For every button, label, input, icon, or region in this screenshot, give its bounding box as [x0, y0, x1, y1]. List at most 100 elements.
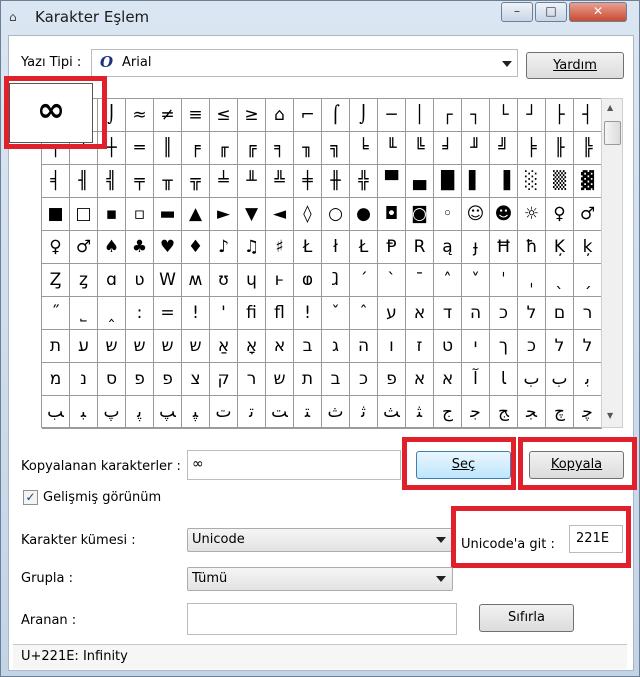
char-cell[interactable]: ﺖ [266, 396, 294, 429]
char-cell[interactable]: ה [350, 330, 378, 363]
char-cell[interactable]: ל [574, 330, 602, 363]
char-cell[interactable]: ﺙ [322, 396, 350, 429]
char-cell[interactable]: ┐ [462, 99, 490, 132]
char-cell[interactable]: ﺛ [350, 396, 378, 429]
char-cell[interactable]: ╖ [294, 132, 322, 165]
char-cell[interactable]: ' [210, 297, 238, 330]
char-cell[interactable]: ◙ [406, 198, 434, 231]
char-cell[interactable]: ♪ [210, 231, 238, 264]
char-cell[interactable]: מ [42, 363, 70, 396]
char-cell[interactable]: ﺁ [462, 363, 490, 396]
char-cell[interactable]: אָ [238, 330, 266, 363]
char-cell[interactable]: ז [406, 330, 434, 363]
char-cell[interactable]: ﬠ [70, 330, 98, 363]
char-cell[interactable]: ע [378, 297, 406, 330]
char-cell[interactable]: ▌ [462, 165, 490, 198]
char-cell[interactable]: ┌ [434, 99, 462, 132]
title-bar[interactable]: ⌂ Karakter Eşlem – □ ✕ [1, 1, 639, 33]
char-cell[interactable]: ﺚ [378, 396, 406, 429]
char-cell[interactable]: א [406, 297, 434, 330]
char-cell[interactable]: ╦ [182, 165, 210, 198]
font-dropdown[interactable]: O Arial [91, 49, 518, 77]
advanced-view-label[interactable]: Gelişmiş görünüm [43, 490, 161, 505]
char-cell[interactable]: ש [98, 330, 126, 363]
char-cell[interactable]: ﺝ [434, 396, 462, 429]
char-cell[interactable]: י [462, 330, 490, 363]
char-cell[interactable]: ﺘ [294, 396, 322, 429]
char-cell[interactable]: ˊ [350, 264, 378, 297]
char-cell[interactable]: ♂ [574, 198, 602, 231]
char-cell[interactable]: █ [434, 165, 462, 198]
char-cell[interactable]: ! [182, 297, 210, 330]
char-cell[interactable]: ﬂ [266, 297, 294, 330]
char-cell[interactable]: ╙ [378, 132, 406, 165]
char-cell[interactable]: ‸ [98, 297, 126, 330]
char-cell[interactable]: ≡ [182, 99, 210, 132]
char-cell[interactable]: ╩ [266, 165, 294, 198]
char-cell[interactable]: ﭘ [126, 396, 154, 429]
char-cell[interactable]: ╪ [294, 165, 322, 198]
char-cell[interactable]: ♠ [98, 231, 126, 264]
char-cell[interactable]: צ [182, 363, 210, 396]
char-cell[interactable]: ─ [378, 99, 406, 132]
char-cell[interactable]: נ [70, 363, 98, 396]
char-cell[interactable]: □ [70, 198, 98, 231]
char-cell[interactable]: פ [126, 363, 154, 396]
char-cell[interactable]: ב [294, 330, 322, 363]
char-cell[interactable]: ד [434, 297, 462, 330]
char-cell[interactable]: ש [266, 363, 294, 396]
char-cell[interactable]: ♣ [126, 231, 154, 264]
char-cell[interactable]: כ [518, 330, 546, 363]
char-cell[interactable]: ┘ [518, 99, 546, 132]
char-cell[interactable]: ר [238, 363, 266, 396]
char-cell[interactable]: ȥ [70, 264, 98, 297]
char-cell[interactable]: ˉ [406, 264, 434, 297]
char-cell[interactable]: ו [378, 330, 406, 363]
char-cell[interactable]: ● [350, 198, 378, 231]
char-cell[interactable]: ╔ [238, 132, 266, 165]
char-cell[interactable]: ﭺ [546, 396, 574, 429]
char-cell[interactable]: ▪ [98, 198, 126, 231]
maximize-button[interactable]: □ [535, 2, 567, 22]
char-cell[interactable]: ║ [154, 132, 182, 165]
char-cell[interactable]: כ [350, 363, 378, 396]
char-cell[interactable]: ל [518, 297, 546, 330]
char-cell[interactable]: ╚ [406, 132, 434, 165]
char-cell[interactable]: ˅ [462, 264, 490, 297]
char-cell[interactable]: ╬ [350, 165, 378, 198]
char-cell[interactable]: ╫ [322, 165, 350, 198]
char-cell[interactable]: ﭼ [574, 396, 602, 429]
char-cell[interactable]: ╠ [574, 132, 602, 165]
char-cell[interactable]: ☼ [518, 198, 546, 231]
char-cell[interactable]: ╒ [182, 132, 210, 165]
char-cell[interactable]: ╕ [266, 132, 294, 165]
char-cell[interactable]: ⱷ [294, 264, 322, 297]
char-cell[interactable]: ˄ [434, 264, 462, 297]
char-cell[interactable]: ⌂ [266, 99, 294, 132]
char-cell[interactable]: ה [462, 297, 490, 330]
scroll-up-icon[interactable]: ▲ [607, 103, 613, 112]
char-cell[interactable]: ╤ [126, 165, 154, 198]
char-cell[interactable]: Ħ [490, 231, 518, 264]
char-cell[interactable]: ♥ [154, 231, 182, 264]
char-cell[interactable]: ░ [518, 165, 546, 198]
char-cell[interactable]: פ [378, 363, 406, 396]
char-cell[interactable]: ♀ [546, 198, 574, 231]
char-cell[interactable]: R [406, 231, 434, 264]
minimize-button[interactable]: – [501, 2, 533, 22]
char-cell[interactable]: ▀ [378, 165, 406, 198]
char-cell[interactable]: ☻ [490, 198, 518, 231]
char-cell[interactable]: ˇ [322, 297, 350, 330]
char-cell[interactable]: ﺑ [574, 363, 602, 396]
char-cell[interactable]: ╓ [210, 132, 238, 165]
char-cell[interactable]: ﭖ [98, 396, 126, 429]
char-cell[interactable]: ▄ [406, 165, 434, 198]
char-cell[interactable]: ʋ [126, 264, 154, 297]
char-cell[interactable]: ﬁ [238, 297, 266, 330]
char-cell[interactable]: ≠ [154, 99, 182, 132]
char-cell[interactable]: ש [182, 330, 210, 363]
close-button[interactable]: ✕ [569, 2, 627, 22]
char-cell[interactable]: ﺒ [70, 396, 98, 429]
char-cell[interactable]: ת [294, 363, 322, 396]
char-cell[interactable]: ﭙ [182, 396, 210, 429]
